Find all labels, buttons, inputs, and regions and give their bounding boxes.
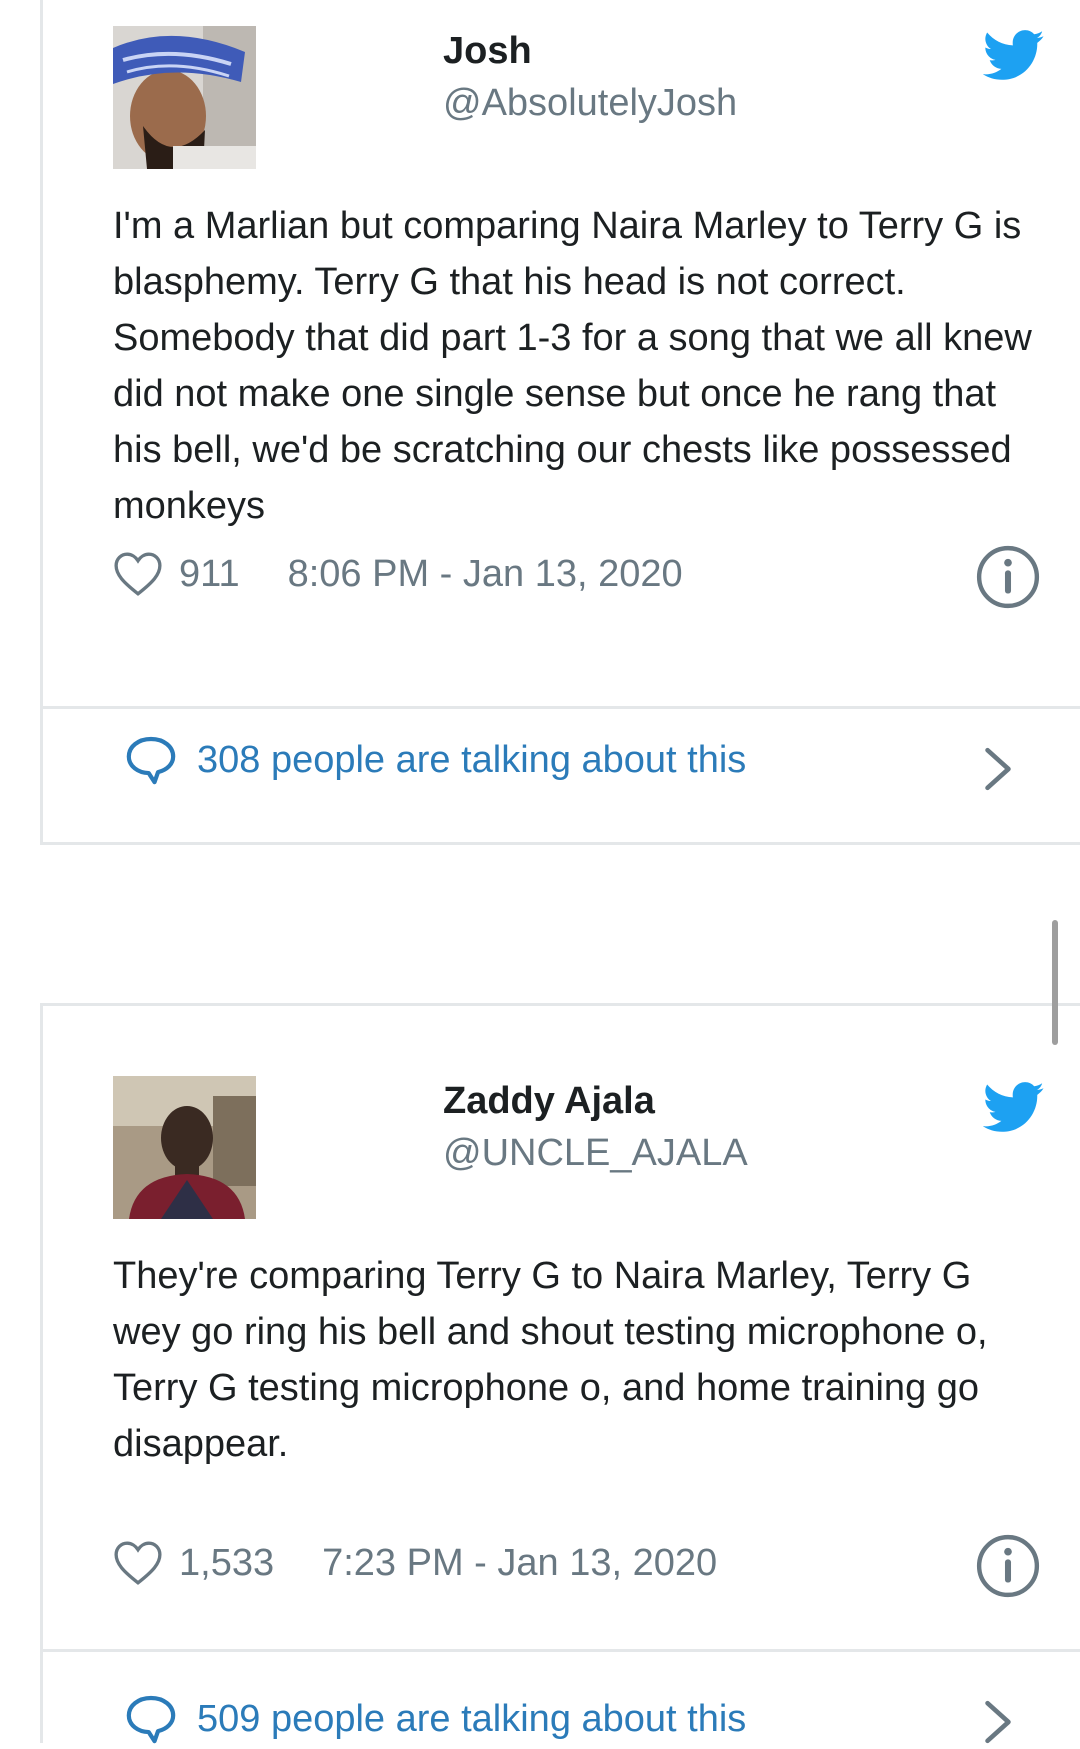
author-handle[interactable]: @UNCLE_AJALA (443, 1132, 748, 1175)
author-name[interactable]: Zaddy Ajala (443, 1080, 655, 1123)
speech-bubble-icon (126, 736, 176, 785)
divider (43, 1649, 1080, 1652)
info-icon[interactable] (975, 544, 1041, 610)
twitter-bird-icon[interactable] (983, 30, 1045, 82)
timestamp[interactable]: 7:23 PM - Jan 13, 2020 (322, 1542, 717, 1585)
scrollbar[interactable] (1052, 920, 1058, 1045)
chevron-right-icon[interactable] (983, 1699, 1013, 1745)
like-count[interactable]: 911 (179, 553, 240, 596)
tweet-card: Zaddy Ajala @UNCLE_AJALA They're compari… (40, 1003, 1080, 1745)
heart-icon[interactable] (113, 1540, 163, 1586)
info-icon[interactable] (975, 1533, 1041, 1599)
tweet-text: I'm a Marlian but comparing Naira Marley… (113, 205, 1032, 527)
tweet-meta: 1,533 7:23 PM - Jan 13, 2020 (113, 1539, 717, 1587)
author-handle[interactable]: @AbsolutelyJosh (443, 82, 737, 125)
twitter-bird-icon[interactable] (983, 1082, 1045, 1134)
speech-bubble-icon (126, 1695, 176, 1744)
like-count[interactable]: 1,533 (179, 1542, 274, 1585)
heart-icon[interactable] (113, 551, 163, 597)
conversation-link[interactable]: 308 people are talking about this (123, 730, 746, 790)
author-name[interactable]: Josh (443, 30, 532, 73)
tweet-card: Josh @AbsolutelyJosh I'm a Marlian but c… (40, 0, 1080, 845)
conversation-label[interactable]: 308 people are talking about this (197, 739, 746, 782)
conversation-label[interactable]: 509 people are talking about this (197, 1698, 746, 1741)
avatar[interactable] (113, 1076, 256, 1219)
timestamp[interactable]: 8:06 PM - Jan 13, 2020 (288, 553, 683, 596)
tweet-text: They're comparing Terry G to Naira Marle… (113, 1255, 988, 1465)
avatar[interactable] (113, 26, 256, 169)
divider (43, 706, 1080, 709)
chevron-right-icon[interactable] (983, 746, 1013, 792)
conversation-link[interactable]: 509 people are talking about this (123, 1689, 746, 1749)
tweet-meta: 911 8:06 PM - Jan 13, 2020 (113, 550, 683, 598)
